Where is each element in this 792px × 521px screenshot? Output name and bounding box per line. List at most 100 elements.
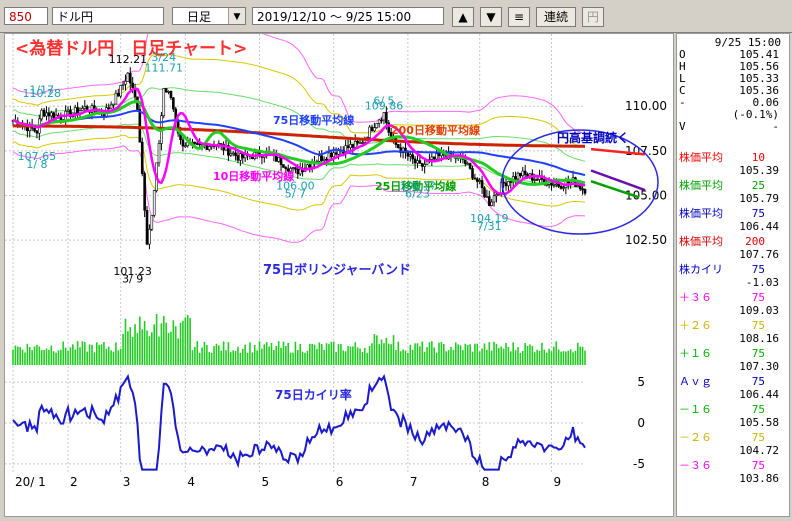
volume-bar: [222, 341, 225, 365]
volume-bar: [526, 345, 529, 365]
candle-body: [490, 201, 493, 206]
indicator-period: 75: [751, 431, 765, 444]
candle-body: [119, 85, 122, 97]
volume-bar: [392, 335, 395, 365]
line-label: 200日移動平均線: [391, 123, 480, 137]
volume-bar: [431, 341, 433, 365]
price-annotation: 6/23: [405, 188, 430, 201]
volume-bar: [48, 349, 50, 365]
volume-bar: [91, 344, 93, 365]
chevron-down-icon[interactable]: ▼: [228, 8, 245, 24]
volume-bar: [373, 334, 376, 365]
indicator-row: 株カイリ 75 -1.03: [677, 264, 789, 290]
candle-body: [282, 164, 285, 168]
volume-bar: [318, 342, 321, 365]
candle-body: [81, 108, 84, 111]
continuous-button[interactable]: 連続: [536, 7, 576, 27]
candle-body: [236, 155, 240, 161]
candle-body: [583, 189, 587, 194]
candle-body: [138, 109, 142, 143]
volume-bar: [505, 343, 507, 365]
date-range-field[interactable]: 2019/12/10 ～ 9/25 15:00: [252, 7, 444, 25]
chart-svg: 20/ 1 2 3 4 5 6 7 8 9110.00107.50105.00102.5050-…: [5, 21, 667, 489]
volume-bar: [502, 348, 505, 365]
volume-bar: [153, 324, 156, 365]
volume-bar: [385, 337, 388, 365]
instrument-name-field[interactable]: ドル円: [52, 7, 164, 25]
code-field[interactable]: 850: [4, 7, 48, 25]
indicator-period: 75: [751, 291, 765, 304]
volume-bar: [124, 318, 127, 365]
candle-body: [109, 104, 113, 109]
volume-bar: [299, 343, 301, 365]
indicator-period: 75: [751, 347, 765, 360]
candle-body: [504, 182, 508, 187]
volume-bar: [234, 351, 237, 365]
volume-bar: [536, 349, 538, 365]
candle-body: [229, 153, 233, 156]
volume-bar: [55, 352, 57, 365]
volume-bar: [421, 341, 424, 365]
candle-body: [42, 109, 46, 117]
indicator-value: 106.44: [739, 388, 779, 401]
candle-body: [507, 181, 510, 187]
volume-bar: [533, 352, 536, 365]
volume-bar: [474, 343, 476, 365]
volume-bar: [52, 351, 55, 365]
bollinger-title: 75日ボリンジャーバンド: [263, 262, 411, 278]
scroll-down-button[interactable]: ▼: [480, 7, 502, 27]
volume-bar: [76, 341, 79, 365]
indicator-row: 株価平均 25 105.79: [677, 180, 789, 206]
volume-bar: [277, 341, 280, 365]
volume-bar: [67, 350, 69, 365]
volume-bar: [285, 346, 287, 365]
candle-body: [40, 109, 44, 120]
volume-bar: [69, 347, 72, 365]
candle-body: [495, 194, 498, 197]
menu-button[interactable]: ≡: [508, 7, 530, 27]
volume-bar: [557, 349, 560, 365]
volume-bar: [191, 350, 194, 365]
candle-body: [552, 184, 556, 186]
volume-bar: [253, 344, 256, 365]
indicator-value: 109.03: [739, 304, 779, 317]
scroll-up-button[interactable]: ▲: [452, 7, 474, 27]
volume-bar: [409, 344, 412, 365]
candle-body: [330, 152, 333, 157]
candle-body: [492, 195, 496, 203]
indicator-row: ＋２６ 75 108.16: [677, 320, 789, 346]
volume-bar: [581, 346, 584, 365]
volume-bar: [86, 351, 88, 365]
volume-bar: [313, 344, 316, 365]
candle-body: [408, 154, 412, 157]
candle-body: [521, 170, 525, 177]
volume-bar: [553, 346, 555, 365]
projection-line-purple: [590, 169, 646, 192]
period-select[interactable]: 日足 ▼: [172, 7, 246, 25]
price-tick-label: 110.00: [625, 99, 667, 113]
candle-body: [325, 158, 328, 161]
volume-bar: [50, 345, 53, 365]
candle-body: [437, 153, 441, 157]
volume-bar: [517, 347, 519, 365]
indicator-period: 75: [751, 459, 765, 472]
volume-bar: [162, 316, 165, 365]
volume-bar: [265, 342, 268, 365]
candle-body: [554, 183, 558, 186]
volume-bar: [151, 332, 153, 365]
candle-body: [485, 196, 489, 198]
volume-bar: [483, 343, 486, 365]
indicator-row: Ａｖｇ 75 106.44: [677, 376, 789, 402]
volume-bar: [364, 347, 366, 365]
volume-bar: [129, 327, 132, 365]
indicator-value: 105.58: [739, 416, 779, 429]
yen-button[interactable]: 円: [582, 7, 604, 27]
volume-bar: [416, 343, 419, 365]
indicator-value: 104.72: [739, 444, 779, 457]
candle-body: [473, 177, 477, 180]
volume-bar: [215, 343, 218, 365]
volume-bar: [471, 351, 474, 365]
candle-body: [112, 103, 115, 106]
volume-bar: [560, 351, 562, 365]
indicator-name: －２６: [679, 431, 712, 444]
